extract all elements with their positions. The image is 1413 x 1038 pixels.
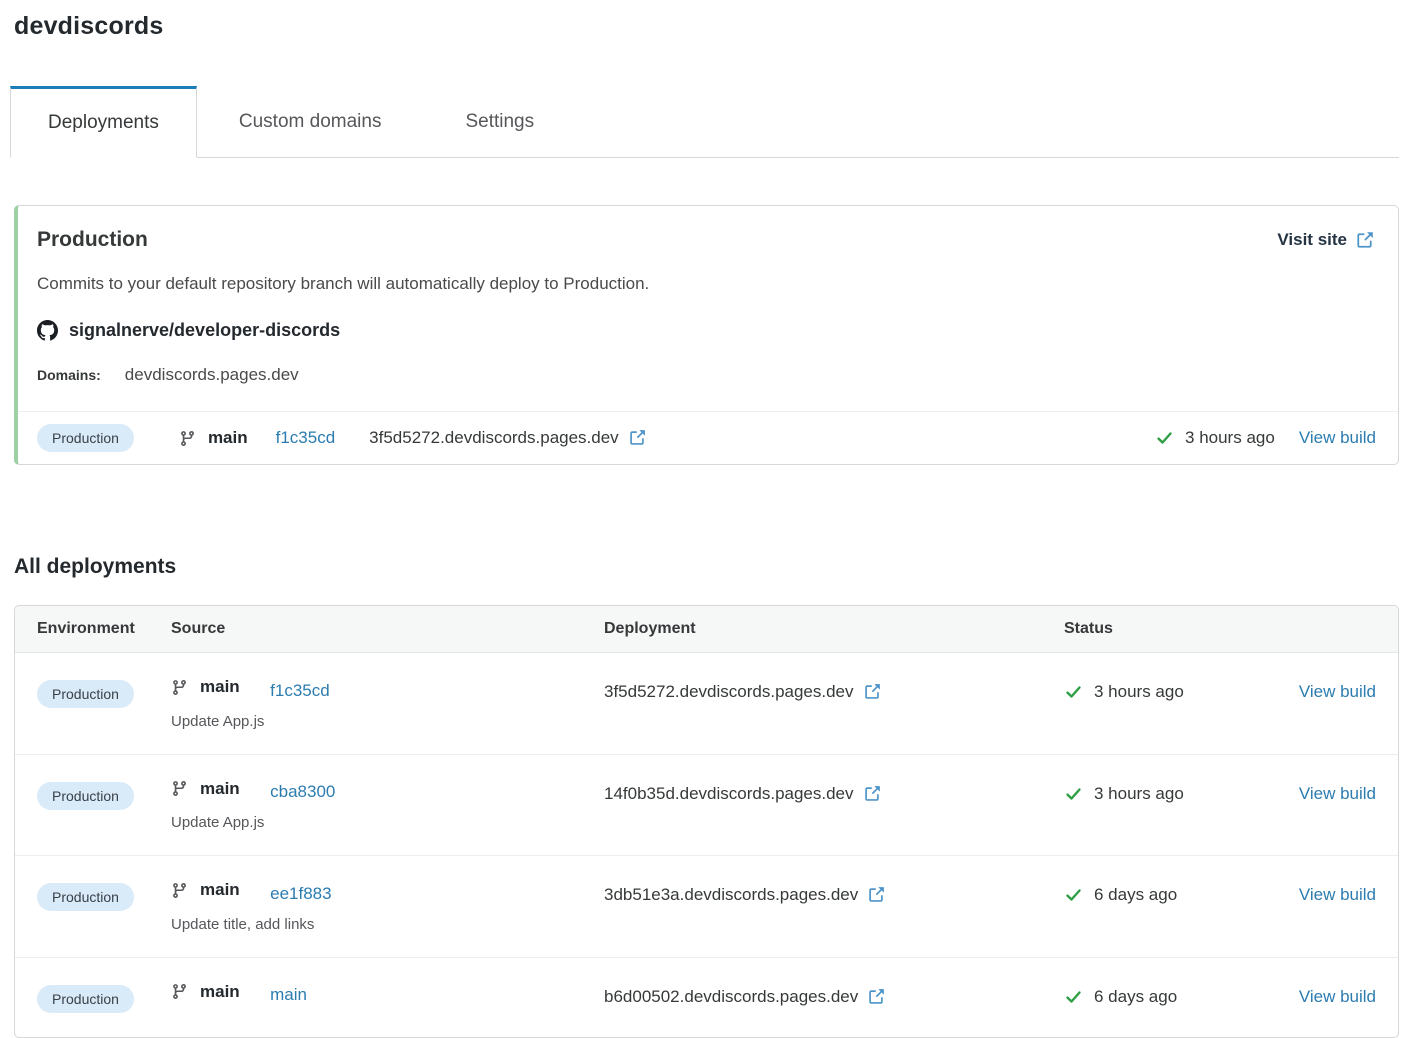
git-branch-icon <box>171 882 188 899</box>
tab-settings[interactable]: Settings <box>423 86 576 157</box>
view-build-link[interactable]: View build <box>1299 682 1376 702</box>
commit-message: Update App.js <box>171 713 604 730</box>
commit-link[interactable]: f1c35cd <box>270 681 330 700</box>
github-icon <box>37 320 58 341</box>
external-link-icon[interactable] <box>863 683 881 701</box>
deployment-url: 3f5d5272.devdiscords.pages.dev <box>369 428 619 448</box>
table-row: Production main f1c35cd Update App.js 3f… <box>15 653 1398 755</box>
deployment-time: 6 days ago <box>1094 987 1177 1007</box>
tab-deployments-label: Deployments <box>48 112 159 134</box>
external-link-icon <box>1355 231 1374 250</box>
production-card: Production Visit site Commits to your de… <box>14 205 1399 465</box>
view-build-link[interactable]: View build <box>1299 784 1376 804</box>
check-icon <box>1064 684 1083 700</box>
page-title: devdiscords <box>14 12 1399 41</box>
commit-message: Update App.js <box>171 814 604 831</box>
git-branch-icon <box>179 430 196 447</box>
external-link-icon[interactable] <box>867 886 885 904</box>
git-branch-icon <box>171 780 188 797</box>
deployment-url: 3db51e3a.devdiscords.pages.dev <box>604 885 858 905</box>
column-header-deployment: Deployment <box>604 620 1064 638</box>
branch-name: main <box>200 982 240 1002</box>
check-icon <box>1064 887 1083 903</box>
table-row: Production main main b6d00502.devdiscord… <box>15 958 1398 1037</box>
git-branch-icon <box>171 679 188 696</box>
column-header-environment: Environment <box>37 620 171 638</box>
external-link-icon[interactable] <box>628 429 646 447</box>
table-row: Production main cba8300 Update App.js 14… <box>15 755 1398 857</box>
repository-name: signalnerve/developer-discords <box>69 320 340 341</box>
pages-project-page: devdiscords Deployments Custom domains S… <box>0 0 1413 1038</box>
external-link-icon[interactable] <box>867 988 885 1006</box>
domains-value: devdiscords.pages.dev <box>125 365 299 385</box>
branch-name: main <box>208 428 248 448</box>
commit-link[interactable]: main <box>270 985 307 1004</box>
environment-badge: Production <box>37 985 134 1013</box>
check-icon <box>1064 786 1083 802</box>
branch-name: main <box>200 880 240 900</box>
view-build-link[interactable]: View build <box>1299 885 1376 905</box>
column-header-source: Source <box>171 620 604 638</box>
view-build-link[interactable]: View build <box>1299 428 1376 448</box>
check-icon <box>1155 430 1174 446</box>
all-deployments-title: All deployments <box>14 555 1399 579</box>
deployment-url: 3f5d5272.devdiscords.pages.dev <box>604 682 854 702</box>
deployment-time: 3 hours ago <box>1094 682 1184 702</box>
deployment-time: 3 hours ago <box>1185 428 1275 448</box>
deployment-time: 3 hours ago <box>1094 784 1184 804</box>
deployment-url: 14f0b35d.devdiscords.pages.dev <box>604 784 854 804</box>
commit-link[interactable]: f1c35cd <box>276 428 336 448</box>
tab-settings-label: Settings <box>465 111 534 133</box>
commit-link[interactable]: ee1f883 <box>270 884 331 903</box>
production-description: Commits to your default repository branc… <box>37 274 1374 294</box>
view-build-link[interactable]: View build <box>1299 987 1376 1007</box>
table-row: Production main ee1f883 Update title, ad… <box>15 856 1398 958</box>
column-header-status: Status <box>1064 620 1376 638</box>
branch-name: main <box>200 779 240 799</box>
environment-badge: Production <box>37 424 134 452</box>
domains-label: Domains: <box>37 367 101 383</box>
production-card-title: Production <box>37 228 148 252</box>
external-link-icon[interactable] <box>863 785 881 803</box>
deployment-url: b6d00502.devdiscords.pages.dev <box>604 987 858 1007</box>
check-icon <box>1064 989 1083 1005</box>
visit-site-link[interactable]: Visit site <box>1277 230 1374 250</box>
tab-custom-domains-label: Custom domains <box>239 111 382 133</box>
environment-badge: Production <box>37 680 134 708</box>
branch-name: main <box>200 677 240 697</box>
tab-deployments[interactable]: Deployments <box>10 86 197 158</box>
git-branch-icon <box>171 983 188 1000</box>
deployment-time: 6 days ago <box>1094 885 1177 905</box>
commit-message: Update title, add links <box>171 916 604 933</box>
deployments-table: Environment Source Deployment Status Pro… <box>14 605 1399 1038</box>
production-deployment-row: Production main f1c35cd 3f5d5272.devdisc… <box>18 411 1398 464</box>
table-header: Environment Source Deployment Status <box>15 606 1398 653</box>
environment-badge: Production <box>37 782 134 810</box>
tab-custom-domains[interactable]: Custom domains <box>197 86 424 157</box>
production-card-body: Production Visit site Commits to your de… <box>18 206 1398 411</box>
environment-badge: Production <box>37 883 134 911</box>
commit-link[interactable]: cba8300 <box>270 782 335 801</box>
tab-bar: Deployments Custom domains Settings <box>10 86 1399 158</box>
visit-site-label: Visit site <box>1277 230 1347 250</box>
